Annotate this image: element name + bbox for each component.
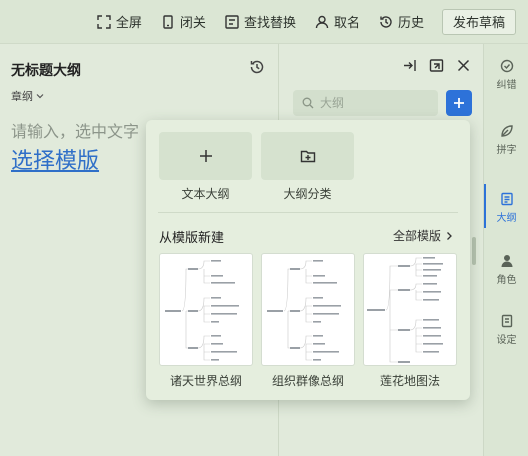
leaf-icon (500, 125, 513, 137)
sidebar-item-spelling[interactable]: 拼字 (484, 124, 528, 156)
plus-icon (199, 150, 212, 162)
text-outline-label: 文本大纲 (181, 187, 230, 201)
naming-label: 取名 (333, 16, 360, 31)
template-label: 组织群像总纲 (271, 374, 344, 388)
template-thumbnail[interactable] (261, 253, 355, 366)
right-sidebar: 纠错 拼字 大纲 角色 设定 (483, 44, 528, 456)
mindmap-thumbnail (165, 260, 239, 361)
sidebar-item-label: 设定 (496, 335, 517, 346)
all-templates-link[interactable]: 全部模版 (393, 227, 454, 244)
template-label: 诸天世界总纲 (169, 374, 242, 388)
new-outline-popup: 文本大纲 大纲分类 从模版新建 全部模版 诸天世界总纲 组织群像总纲 莲花地图法 (146, 120, 470, 400)
sidebar-item-correct[interactable]: 纠错 (484, 59, 528, 91)
search-icon (302, 97, 314, 109)
fullscreen-button[interactable]: 全屏 (97, 12, 142, 31)
history-icon (380, 15, 392, 28)
correct-icon (500, 59, 513, 73)
collapse-panel-icon[interactable] (402, 58, 417, 73)
mindmap-thumbnail (367, 257, 443, 363)
chevron-down-icon (36, 94, 44, 99)
outline-category-label: 大纲分类 (283, 187, 332, 201)
naming-button[interactable]: 取名 (315, 12, 360, 31)
volume-selector[interactable]: 章纲 (11, 88, 45, 104)
text-outline-card[interactable] (159, 132, 252, 180)
person-icon (501, 255, 512, 267)
document-title[interactable]: 无标题大纲 (11, 60, 81, 80)
editor-placeholder[interactable]: 请输入，选中文字 (11, 118, 139, 142)
choose-template-link[interactable]: 选择模版 (11, 143, 99, 175)
top-toolbar: 全屏 闭关 查找替换 取名 历史 发布草稿 (0, 0, 528, 44)
divider (158, 212, 458, 213)
sidebar-item-characters[interactable]: 角色 (484, 254, 528, 286)
settings-doc-icon (501, 314, 512, 328)
panel-tools (402, 58, 471, 73)
mindmap-thumbnail (267, 260, 341, 361)
volume-label: 章纲 (11, 90, 33, 103)
sidebar-item-label: 拼字 (496, 145, 517, 156)
sidebar-item-label: 大纲 (496, 213, 517, 224)
outline-search (293, 90, 438, 116)
outline-category-card[interactable] (261, 132, 354, 180)
close-icon[interactable] (456, 58, 471, 73)
chevron-right-icon (447, 231, 452, 240)
template-label: 莲花地图法 (379, 374, 440, 388)
focus-mode-label: 闭关 (179, 16, 206, 31)
sidebar-item-outline[interactable]: 大纲 (484, 192, 528, 224)
folder-plus-icon (300, 150, 315, 163)
user-icon (315, 15, 329, 28)
history-label: 历史 (397, 16, 424, 31)
find-replace-icon (225, 14, 239, 29)
focus-mode-button[interactable]: 闭关 (161, 12, 206, 31)
all-templates-label: 全部模版 (392, 229, 441, 243)
phone-icon (163, 14, 173, 29)
plus-icon (454, 98, 464, 108)
panel-scrollbar[interactable] (472, 237, 476, 265)
popout-icon[interactable] (429, 58, 444, 73)
outline-icon (500, 192, 513, 206)
find-replace-button[interactable]: 查找替换 (225, 12, 296, 31)
template-thumbnail[interactable] (159, 253, 253, 366)
template-thumbnail[interactable] (363, 253, 457, 366)
from-template-title: 从模版新建 (159, 231, 225, 246)
sidebar-item-label: 纠错 (496, 80, 517, 91)
find-replace-label: 查找替换 (243, 16, 296, 31)
history-icon[interactable] (249, 59, 265, 75)
add-outline-button[interactable] (446, 90, 472, 116)
history-button[interactable]: 历史 (379, 12, 424, 31)
sidebar-item-label: 角色 (496, 275, 517, 286)
fullscreen-label: 全屏 (115, 16, 142, 31)
publish-draft-button[interactable]: 发布草稿 (441, 8, 516, 35)
outline-search-input[interactable] (320, 96, 420, 110)
sidebar-item-settings[interactable]: 设定 (484, 314, 528, 346)
fullscreen-icon (97, 14, 111, 29)
